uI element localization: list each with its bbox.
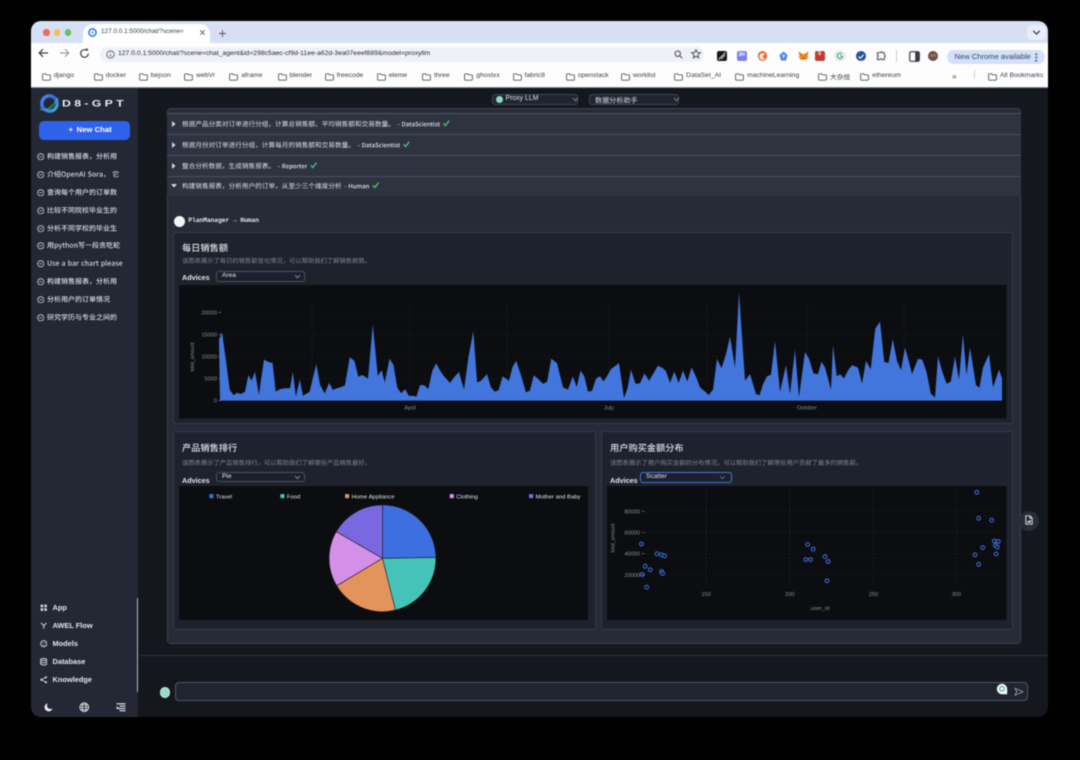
- svg-text:total_amount: total_amount: [610, 523, 616, 553]
- svg-text:Mother and Baby: Mother and Baby: [536, 495, 581, 501]
- svg-text:0: 0: [214, 399, 217, 405]
- svg-text:Food: Food: [287, 495, 300, 501]
- svg-text:Home Appliance: Home Appliance: [352, 495, 396, 501]
- svg-text:20000: 20000: [624, 573, 640, 579]
- svg-text:20000: 20000: [201, 310, 217, 316]
- svg-text:July: July: [604, 406, 614, 412]
- svg-text:April: April: [404, 406, 415, 412]
- svg-text:10000: 10000: [201, 355, 217, 361]
- svg-text:200: 200: [785, 592, 794, 598]
- svg-text:total_amount: total_amount: [190, 342, 196, 372]
- svg-text:user_id: user_id: [810, 606, 829, 612]
- svg-text:Clothing: Clothing: [456, 495, 478, 501]
- svg-text:Travel: Travel: [216, 495, 232, 501]
- svg-text:5000: 5000: [205, 377, 217, 383]
- svg-text:15000: 15000: [201, 332, 217, 338]
- svg-text:60000: 60000: [624, 531, 640, 537]
- svg-text:250: 250: [869, 592, 878, 598]
- svg-text:80000: 80000: [624, 509, 640, 515]
- svg-text:300: 300: [952, 592, 961, 598]
- svg-text:October: October: [797, 406, 817, 412]
- svg-text:150: 150: [701, 592, 710, 598]
- svg-text:40000: 40000: [624, 552, 640, 558]
